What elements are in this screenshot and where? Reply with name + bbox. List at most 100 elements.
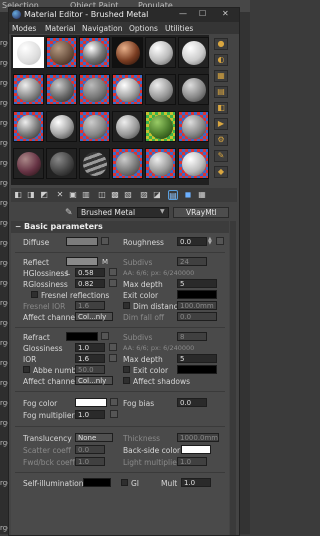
sample-slot[interactable] bbox=[79, 148, 110, 179]
assign-to-selection-icon[interactable]: ◩ bbox=[39, 190, 49, 200]
menu-material[interactable]: Material bbox=[45, 24, 75, 33]
sample-slot[interactable] bbox=[112, 111, 143, 142]
sample-slot[interactable] bbox=[178, 111, 209, 142]
menu-modes[interactable]: Modes bbox=[12, 24, 36, 33]
reflect-affect-channels-dropdown[interactable]: Col...nly bbox=[75, 312, 113, 321]
sample-slot[interactable] bbox=[46, 74, 77, 105]
self-illumination-swatch[interactable] bbox=[83, 478, 111, 487]
scatter-coeff-field[interactable]: 0.0 bbox=[75, 445, 105, 454]
thickness-field[interactable]: 1000.0mm bbox=[177, 433, 219, 442]
fresnel-ior-field[interactable]: 1.6 bbox=[75, 301, 105, 310]
sample-slot[interactable] bbox=[112, 148, 143, 179]
refract-subdivs-field[interactable]: 8 bbox=[177, 332, 207, 341]
parameters-scrollbar[interactable] bbox=[230, 221, 236, 535]
ior-map-button[interactable] bbox=[109, 354, 117, 362]
hglossiness-field[interactable]: 0.58 bbox=[75, 268, 105, 277]
refract-affect-channels-dropdown[interactable]: Col...nly bbox=[75, 376, 113, 385]
sample-slot[interactable] bbox=[178, 148, 209, 179]
sample-slot[interactable] bbox=[79, 111, 110, 142]
rollout-header[interactable]: − Basic parameters bbox=[11, 221, 229, 233]
sample-slot[interactable] bbox=[79, 74, 110, 105]
glossiness-map-button[interactable] bbox=[109, 343, 117, 351]
make-unique-icon[interactable]: ▣ bbox=[68, 190, 78, 200]
get-material-icon[interactable]: ◧ bbox=[13, 190, 23, 200]
maximize-button[interactable]: ☐ bbox=[199, 10, 206, 18]
put-to-scene-icon[interactable]: ◨ bbox=[26, 190, 36, 200]
sample-slot[interactable] bbox=[13, 37, 44, 68]
refract-exit-color-swatch[interactable] bbox=[177, 365, 217, 374]
sample-slot[interactable] bbox=[112, 74, 143, 105]
diffuse-map-button[interactable] bbox=[101, 237, 109, 245]
fog-color-map-button[interactable] bbox=[110, 398, 118, 406]
show-end-result-icon[interactable]: ▧ bbox=[123, 190, 133, 200]
exit-color-checkbox[interactable] bbox=[123, 366, 130, 373]
sample-type-icon[interactable]: ● bbox=[214, 38, 228, 50]
backside-color-swatch[interactable] bbox=[181, 445, 211, 454]
diffuse-color-swatch[interactable] bbox=[66, 237, 98, 246]
glossiness-field[interactable]: 1.0 bbox=[75, 343, 105, 352]
sample-slot[interactable] bbox=[46, 111, 77, 142]
go-to-parent-icon[interactable]: ▨ bbox=[139, 190, 149, 200]
reflect-subdivs-field[interactable]: 24 bbox=[177, 257, 207, 266]
mult-field[interactable]: 1.0 bbox=[181, 478, 211, 487]
fog-color-swatch[interactable] bbox=[75, 398, 107, 407]
material-name-field[interactable]: Brushed Metal ▼ bbox=[77, 207, 169, 218]
refract-max-depth-field[interactable]: 5 bbox=[177, 354, 217, 363]
sample-slot[interactable] bbox=[178, 37, 209, 68]
refract-map-button[interactable] bbox=[101, 332, 109, 340]
menu-options[interactable]: Options bbox=[129, 24, 158, 33]
material-map-navigator-icon[interactable]: ◆ bbox=[214, 166, 228, 178]
make-preview-icon[interactable]: ▶ bbox=[214, 118, 228, 130]
hglossiness-map-button[interactable] bbox=[109, 268, 117, 276]
fog-bias-field[interactable]: 0.0 bbox=[177, 398, 207, 407]
show-shaded-material-icon[interactable]: ▩ bbox=[110, 190, 120, 200]
reflect-max-depth-field[interactable]: 5 bbox=[177, 279, 217, 288]
sample-slot[interactable] bbox=[13, 111, 44, 142]
sample-slot[interactable] bbox=[145, 111, 176, 142]
ior-field[interactable]: 1.6 bbox=[75, 354, 105, 363]
gi-checkbox[interactable] bbox=[121, 479, 128, 486]
go-forward-sibling-icon[interactable]: ◪ bbox=[152, 190, 162, 200]
fog-multiplier-field[interactable]: 1.0 bbox=[75, 410, 105, 419]
light-multiplier-field[interactable]: 1.0 bbox=[177, 457, 207, 466]
sample-slot[interactable] bbox=[178, 74, 209, 105]
fresnel-checkbox[interactable] bbox=[31, 291, 38, 298]
video-color-check-icon[interactable]: ◧ bbox=[214, 102, 228, 114]
rglossiness-map-button[interactable] bbox=[109, 279, 117, 287]
reset-map-icon[interactable]: ✕ bbox=[55, 190, 65, 200]
pick-material-icon[interactable]: ▤ bbox=[168, 190, 178, 200]
sample-slot[interactable] bbox=[46, 148, 77, 179]
sample-slot[interactable] bbox=[13, 148, 44, 179]
sample-slot[interactable] bbox=[13, 74, 44, 105]
put-to-library-icon[interactable]: ▥ bbox=[81, 190, 91, 200]
rglossiness-field[interactable]: 0.82 bbox=[75, 279, 105, 288]
material-id-channel-icon[interactable]: ◫ bbox=[97, 190, 107, 200]
options-icon[interactable]: ⚙ bbox=[214, 134, 228, 146]
translucency-dropdown[interactable]: None bbox=[75, 433, 113, 442]
sample-uv-tiling-icon[interactable]: ▤ bbox=[214, 86, 228, 98]
roughness-map-button[interactable] bbox=[216, 237, 224, 245]
close-button[interactable]: ✕ bbox=[222, 10, 229, 18]
fwd-bck-coeff-field[interactable]: 1.0 bbox=[75, 457, 105, 466]
reflect-color-swatch[interactable] bbox=[66, 257, 98, 266]
select-by-material-icon[interactable]: ✎ bbox=[214, 150, 228, 162]
roughness-spinner[interactable]: ▲ ▼ bbox=[208, 237, 213, 246]
dim-distance-checkbox[interactable] bbox=[123, 302, 130, 309]
menu-navigation[interactable]: Navigation bbox=[82, 24, 122, 33]
dim-falloff-field[interactable]: 0.0 bbox=[177, 312, 217, 321]
sample-slot[interactable] bbox=[46, 37, 77, 68]
sample-slot[interactable] bbox=[145, 37, 176, 68]
active-toggle-icon[interactable]: ◼ bbox=[183, 190, 193, 200]
sample-slot[interactable] bbox=[145, 74, 176, 105]
options-toggle-icon[interactable]: ▦ bbox=[197, 190, 207, 200]
dim-distance-field[interactable]: 100.0mm bbox=[177, 301, 217, 310]
sample-slot[interactable] bbox=[79, 37, 110, 68]
reflect-map-button[interactable]: M bbox=[102, 258, 108, 266]
abbe-field[interactable]: 50.0 bbox=[75, 365, 105, 374]
minimize-button[interactable]: — bbox=[179, 10, 187, 18]
affect-shadows-checkbox[interactable] bbox=[123, 377, 130, 384]
background-icon[interactable]: ▦ bbox=[214, 70, 228, 82]
fog-multiplier-map-button[interactable] bbox=[110, 410, 118, 418]
hglossiness-lock-button[interactable]: L bbox=[66, 269, 70, 277]
eyedropper-icon[interactable]: ✎ bbox=[65, 209, 73, 218]
